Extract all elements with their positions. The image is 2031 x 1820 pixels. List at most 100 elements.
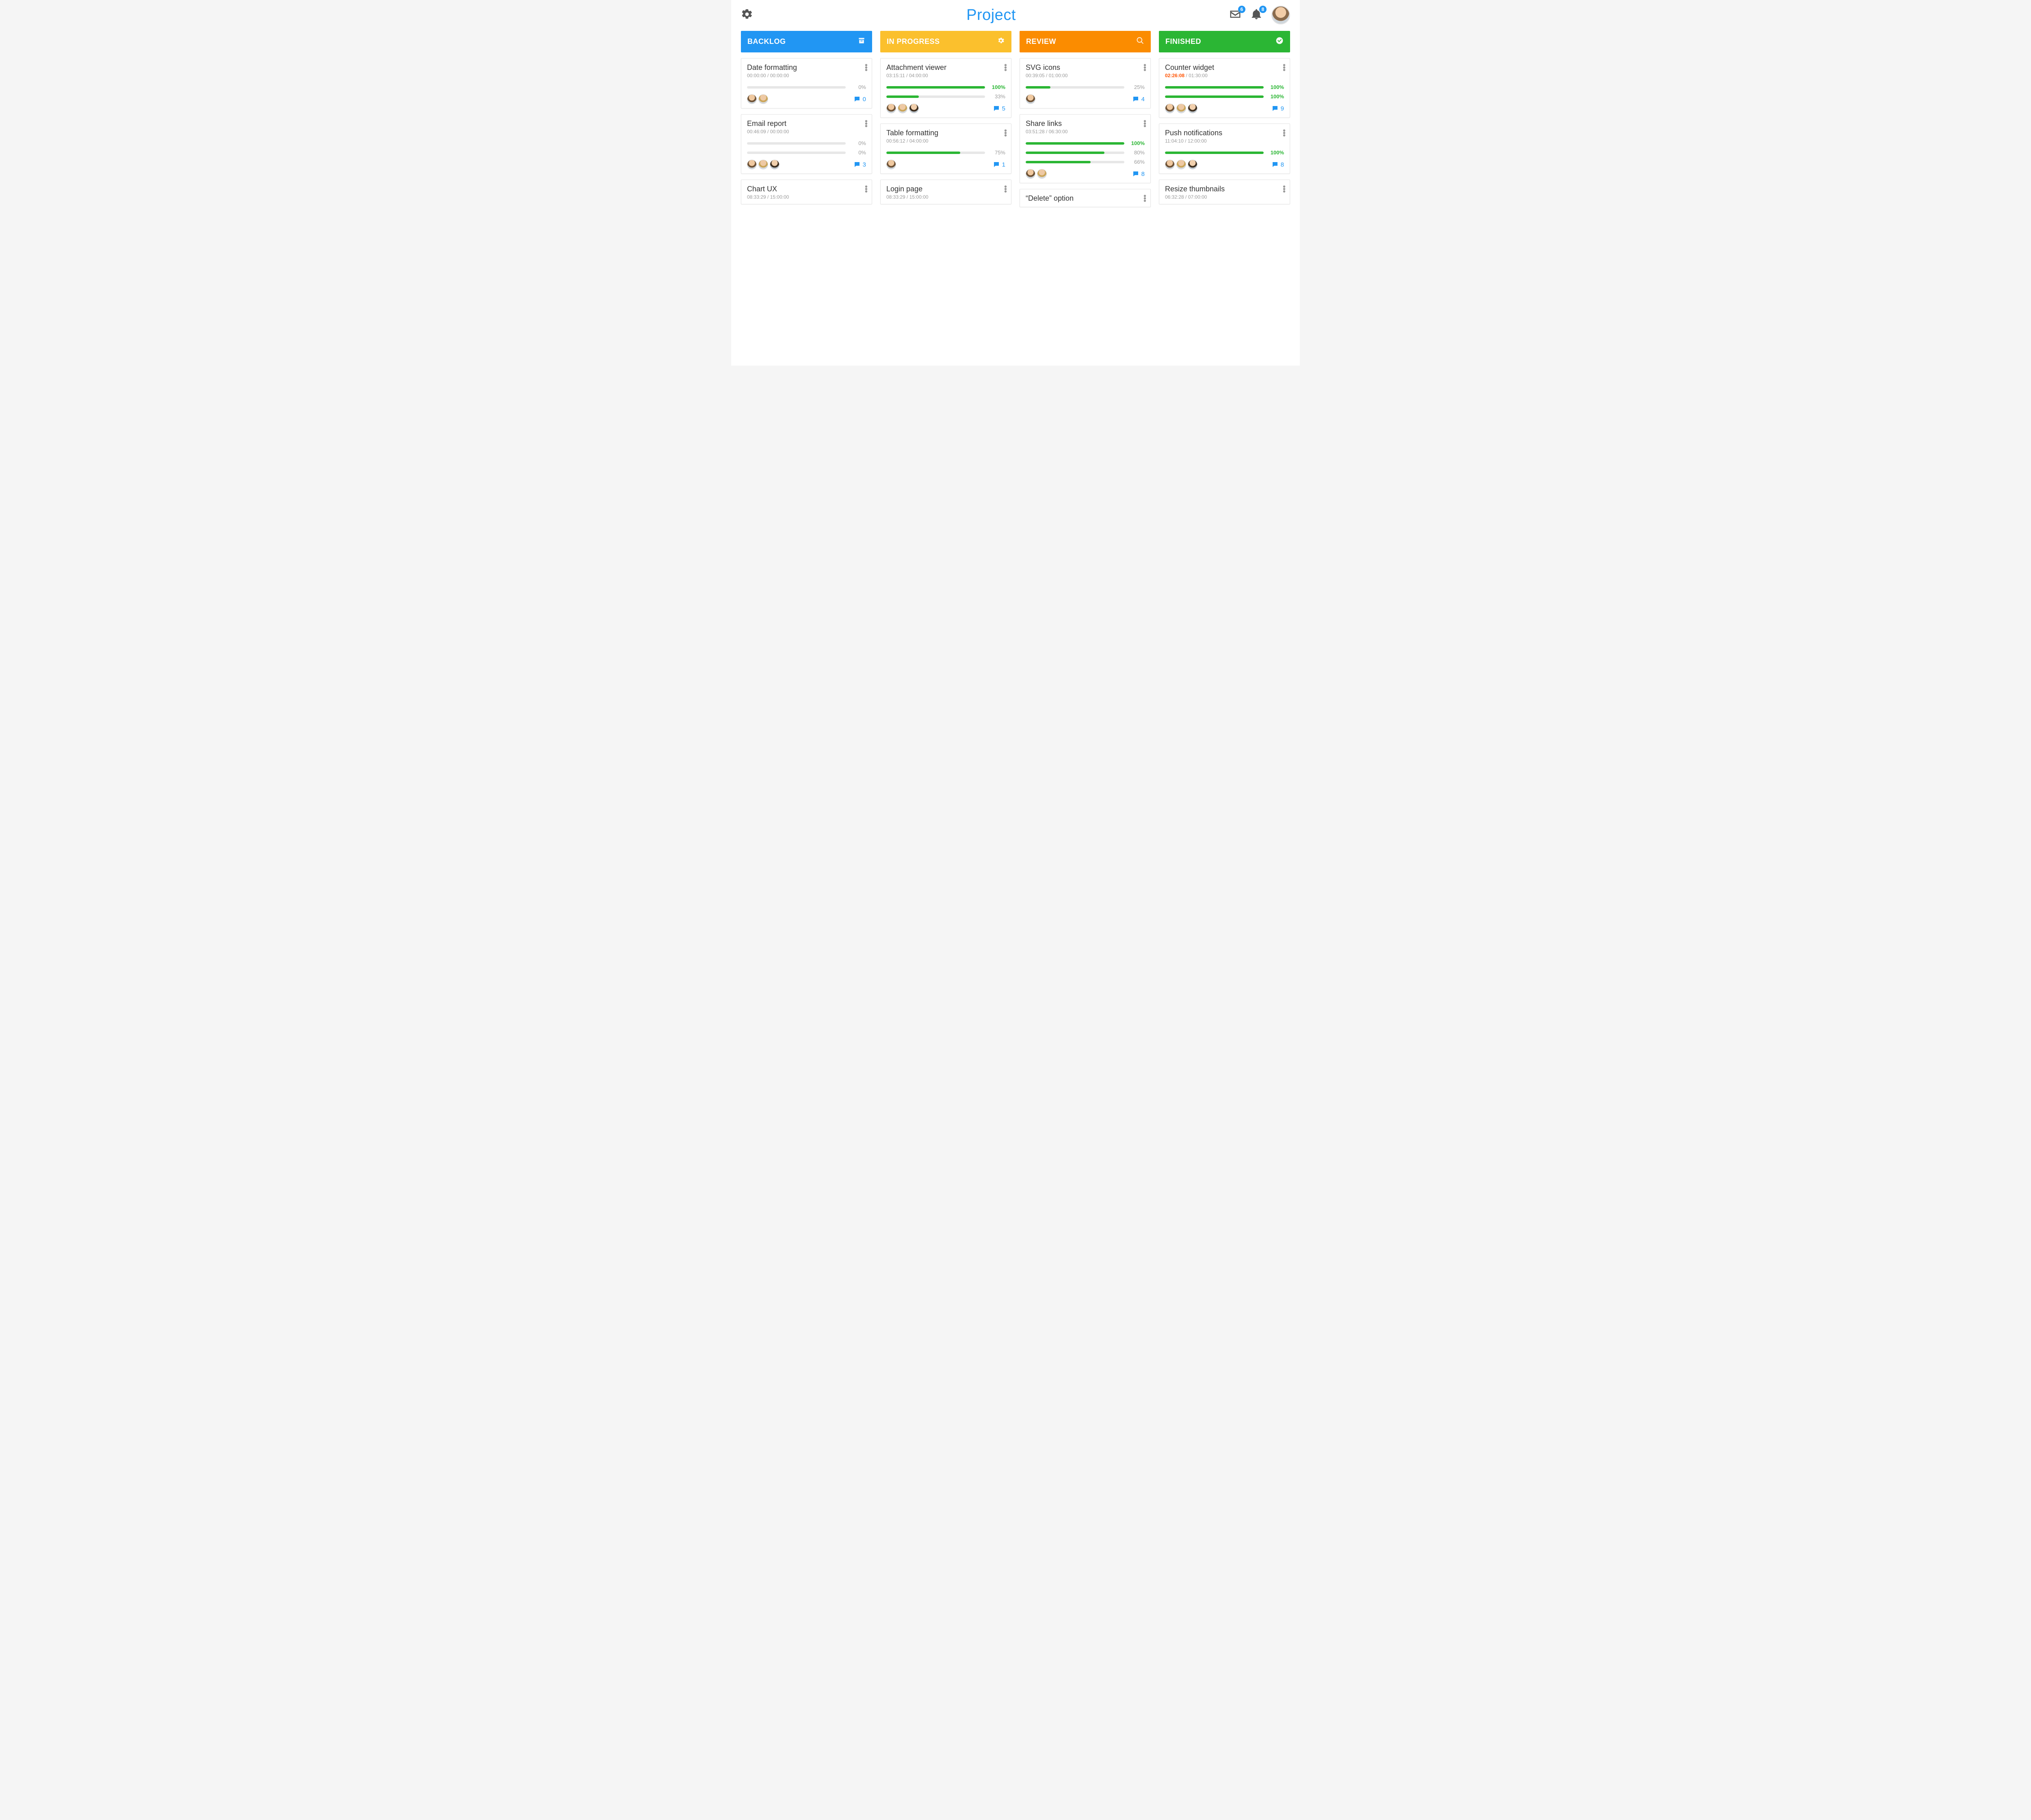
card-times: 00:46:09 / 00:00:00	[747, 129, 866, 134]
card-progress-bars: 75%	[886, 150, 1005, 156]
card[interactable]: Resize thumbnails06:32:28 / 07:00:00•••	[1159, 180, 1290, 204]
progress-track	[1026, 161, 1124, 163]
assignee-avatar[interactable]	[886, 160, 896, 169]
card-times: 08:33:29 / 15:00:00	[886, 194, 1005, 200]
card[interactable]: Counter widget02:26:08 / 01:30:00••• 100%…	[1159, 58, 1290, 118]
assignee-avatar[interactable]	[747, 160, 757, 169]
column-header-backlog[interactable]: BACKLOG	[741, 31, 872, 52]
card-menu-button[interactable]: •••	[1143, 120, 1146, 128]
card-elapsed: 08:33:29	[747, 194, 766, 200]
card[interactable]: Email report00:46:09 / 00:00:00•••0%0%3	[741, 114, 872, 174]
card-menu-button[interactable]: •••	[1004, 186, 1007, 193]
card-comments-button[interactable]: 1	[993, 161, 1005, 168]
card-elapsed: 00:00:00	[747, 73, 766, 78]
card-footer: 9	[1165, 104, 1284, 113]
card[interactable]: Push notifications11:04:10 / 12:00:00•••…	[1159, 124, 1290, 174]
assignee-avatar[interactable]	[747, 94, 757, 104]
card-planned: 12:00:00	[1188, 138, 1207, 144]
card-comments-count: 0	[863, 96, 866, 103]
card[interactable]: Attachment viewer03:15:11 / 04:00:00•••1…	[880, 58, 1011, 118]
profile-avatar[interactable]	[1271, 6, 1290, 24]
card-title: Table formatting	[886, 129, 1005, 137]
assignee-avatar[interactable]	[758, 94, 768, 104]
mail-button[interactable]: 6	[1229, 8, 1241, 22]
card-title: Chart UX	[747, 185, 866, 193]
progress-label: 75%	[989, 150, 1005, 156]
card-times: 00:56:12 / 04:00:00	[886, 138, 1005, 144]
card-comments-button[interactable]: 9	[1271, 105, 1284, 112]
card[interactable]: Share links03:51:28 / 06:30:00•••100%80%…	[1020, 114, 1151, 183]
progress-bar: 25%	[1026, 84, 1145, 90]
card-comments-button[interactable]: 4	[1132, 95, 1145, 103]
card-comments-button[interactable]: 8	[1271, 161, 1284, 168]
progress-fill	[1026, 86, 1050, 89]
progress-fill	[886, 86, 985, 89]
card[interactable]: Login page08:33:29 / 15:00:00•••	[880, 180, 1011, 204]
card-menu-button[interactable]: •••	[865, 64, 868, 72]
card-menu-button[interactable]: •••	[1143, 195, 1146, 202]
settings-button[interactable]	[741, 15, 753, 22]
kanban-board: BACKLOGDate formatting00:00:00 / 00:00:0…	[731, 27, 1300, 219]
card-menu-button[interactable]: •••	[1283, 64, 1286, 72]
project-board-app: Project 6 8 BACKLOGDate formatting00:00:…	[731, 0, 1300, 366]
card-menu-button[interactable]: •••	[1283, 130, 1286, 137]
progress-bar: 66%	[1026, 159, 1145, 165]
card-menu-button[interactable]: •••	[1283, 186, 1286, 193]
assignee-avatar[interactable]	[1026, 94, 1035, 104]
card-planned: 15:00:00	[770, 194, 789, 200]
card-comments-button[interactable]: 0	[853, 95, 866, 103]
column-header-label: BACKLOG	[747, 37, 786, 46]
column-header-in_progress[interactable]: IN PROGRESS	[880, 31, 1011, 52]
card-title: Share links	[1026, 119, 1145, 128]
card-comments-button[interactable]: 5	[993, 105, 1005, 112]
card-menu-button[interactable]: •••	[865, 120, 868, 128]
progress-track	[1165, 86, 1264, 89]
card-title: Counter widget	[1165, 63, 1284, 72]
column-header-finished[interactable]: FINISHED	[1159, 31, 1290, 52]
assignee-avatar[interactable]	[886, 104, 896, 113]
card-comments-button[interactable]: 8	[1132, 170, 1145, 178]
card-menu-button[interactable]: •••	[1143, 64, 1146, 72]
card[interactable]: Chart UX08:33:29 / 15:00:00•••	[741, 180, 872, 204]
card-elapsed: 02:26:08	[1165, 73, 1184, 78]
card-assignees	[1026, 94, 1035, 104]
card-assignees	[747, 160, 779, 169]
assignee-avatar[interactable]	[1165, 104, 1175, 113]
progress-fill	[1165, 95, 1264, 98]
card-title: Email report	[747, 119, 866, 128]
card[interactable]: “Delete” option•••	[1020, 189, 1151, 207]
progress-track	[1026, 142, 1124, 145]
card-menu-button[interactable]: •••	[1004, 64, 1007, 72]
notifications-button[interactable]: 8	[1250, 8, 1262, 22]
card[interactable]: SVG icons00:39:05 / 01:00:00•••25%4	[1020, 58, 1151, 108]
card-menu-button[interactable]: •••	[865, 186, 868, 193]
assignee-avatar[interactable]	[898, 104, 907, 113]
assignee-avatar[interactable]	[1176, 160, 1186, 169]
assignee-avatar[interactable]	[758, 160, 768, 169]
card-title: Attachment viewer	[886, 63, 1005, 72]
assignee-avatar[interactable]	[1188, 160, 1197, 169]
assignee-avatar[interactable]	[770, 160, 779, 169]
assignee-avatar[interactable]	[1176, 104, 1186, 113]
assignee-avatar[interactable]	[1165, 160, 1175, 169]
card-planned: 00:00:00	[770, 129, 789, 134]
card-menu-button[interactable]: •••	[1004, 130, 1007, 137]
card[interactable]: Table formatting00:56:12 / 04:00:00••• 75…	[880, 124, 1011, 174]
card-comments-button[interactable]: 3	[853, 161, 866, 168]
progress-label: 0%	[850, 140, 866, 146]
assignee-avatar[interactable]	[1037, 169, 1047, 179]
card-times: 03:51:28 / 06:30:00	[1026, 129, 1145, 134]
card-title: “Delete” option	[1026, 194, 1145, 203]
progress-fill	[1026, 142, 1124, 145]
column-header-review[interactable]: REVIEW	[1020, 31, 1151, 52]
assignee-avatar[interactable]	[1188, 104, 1197, 113]
card-elapsed: 06:32:28	[1165, 194, 1184, 200]
card-times: 02:26:08 / 01:30:00	[1165, 73, 1284, 78]
progress-label: 100%	[1268, 84, 1284, 90]
assignee-avatar[interactable]	[1026, 169, 1035, 179]
progress-track	[886, 95, 985, 98]
column-header-label: FINISHED	[1165, 37, 1201, 46]
card[interactable]: Date formatting00:00:00 / 00:00:00•••0%0	[741, 58, 872, 108]
assignee-avatar[interactable]	[909, 104, 919, 113]
card-footer: 3	[747, 160, 866, 169]
